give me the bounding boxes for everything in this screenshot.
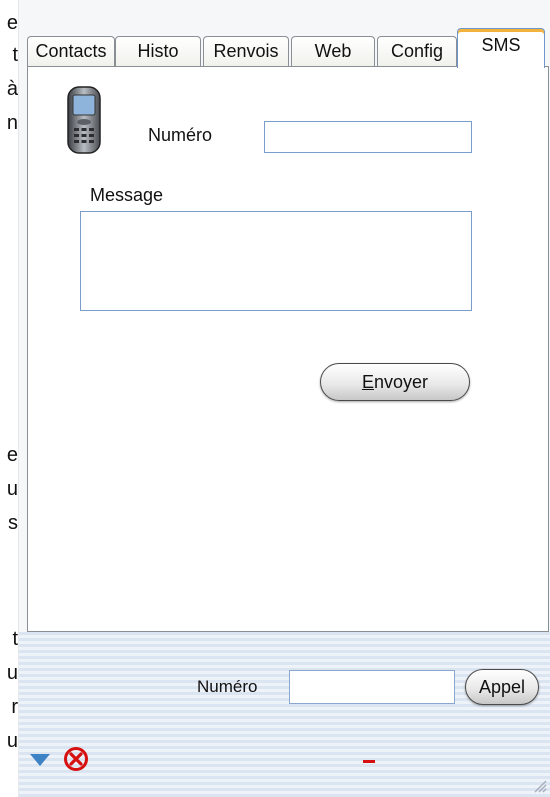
bg-text-fragment: e [6,12,18,34]
triangle-down-icon[interactable] [29,753,51,767]
bg-text-fragment: à [6,78,18,100]
softphone-window: Contacts Histo Renvois Web Config SMS Nu… [18,0,550,797]
bg-text-fragment: r [11,696,18,718]
tab-renvois[interactable]: Renvois [203,36,289,66]
status-indicator [363,760,375,763]
bg-text-fragment: e [6,444,18,466]
bg-text-fragment: s [8,512,18,534]
tab-sms[interactable]: SMS [457,28,545,68]
close-circle-icon[interactable] [63,746,89,772]
tab-contacts[interactable]: Contacts [27,36,115,66]
resize-grip-icon[interactable] [533,779,547,793]
bg-text-fragment: u [6,662,18,684]
sms-number-input[interactable] [264,121,472,153]
call-number-label: Numéro [197,677,258,696]
mobile-phone-icon [67,86,101,154]
bg-text-fragment: u [6,478,18,500]
bg-text-fragment: u [6,730,18,752]
send-button-label: nvoyer [373,371,429,392]
sms-message-label: Message [90,185,164,205]
tab-web[interactable]: Web [291,36,375,66]
tab-config[interactable]: Config [377,36,457,66]
sms-panel: Numéro Message Envoyer [27,66,549,632]
call-bar: Numéro Appel [19,632,550,797]
tab-histo[interactable]: Histo [115,36,201,66]
sms-number-label: Numéro [148,125,213,145]
sms-message-textarea[interactable] [80,211,472,311]
tab-bar: Contacts Histo Renvois Web Config SMS [27,28,550,68]
bg-text-fragment: n [6,112,18,134]
send-button-mnemonic: E [361,371,374,392]
send-sms-button[interactable]: Envoyer [320,363,470,401]
call-number-input[interactable] [289,670,455,704]
call-button[interactable]: Appel [465,669,539,705]
